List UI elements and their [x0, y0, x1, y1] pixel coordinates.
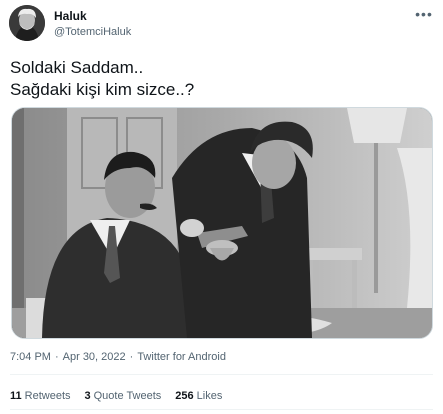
divider [10, 409, 433, 410]
engagement-stats: 11 Retweets 3 Quote Tweets 256 Likes [10, 390, 222, 402]
tweet-text-line-2: Sağdaki kişi kim sizce..? [10, 80, 195, 99]
tweet-photo[interactable] [11, 107, 433, 339]
retweets-stat[interactable]: 11 Retweets [10, 390, 71, 402]
meta-separator: · [54, 351, 59, 363]
retweets-count: 11 [10, 390, 22, 402]
tweet-date[interactable]: Apr 30, 2022 [63, 351, 126, 363]
quote-tweets-stat[interactable]: 3 Quote Tweets [85, 390, 162, 402]
likes-label: Likes [196, 390, 223, 402]
author-avatar[interactable] [9, 5, 45, 41]
more-horizontal-icon[interactable]: ••• [414, 6, 434, 22]
tweet: Haluk @TotemciHaluk ••• Soldaki Saddam..… [0, 0, 443, 414]
likes-count: 256 [175, 390, 194, 402]
quote-tweets-count: 3 [84, 390, 91, 402]
tweet-text: Soldaki Saddam.. Sağdaki kişi kim sizce.… [10, 57, 430, 101]
tweet-time[interactable]: 7:04 PM [10, 351, 51, 363]
retweets-label: Retweets [24, 390, 71, 402]
likes-stat[interactable]: 256 Likes [175, 390, 222, 402]
meta-separator: · [129, 351, 134, 363]
author-display-name[interactable]: Haluk [54, 9, 87, 23]
quote-tweets-label: Quote Tweets [93, 390, 162, 402]
tweet-meta: 7:04 PM · Apr 30, 2022 · Twitter for Android [10, 351, 226, 363]
tweet-text-line-1: Soldaki Saddam.. [10, 58, 144, 77]
tweet-source[interactable]: Twitter for Android [137, 351, 226, 363]
author-handle[interactable]: @TotemciHaluk [54, 26, 131, 38]
divider [10, 374, 433, 375]
